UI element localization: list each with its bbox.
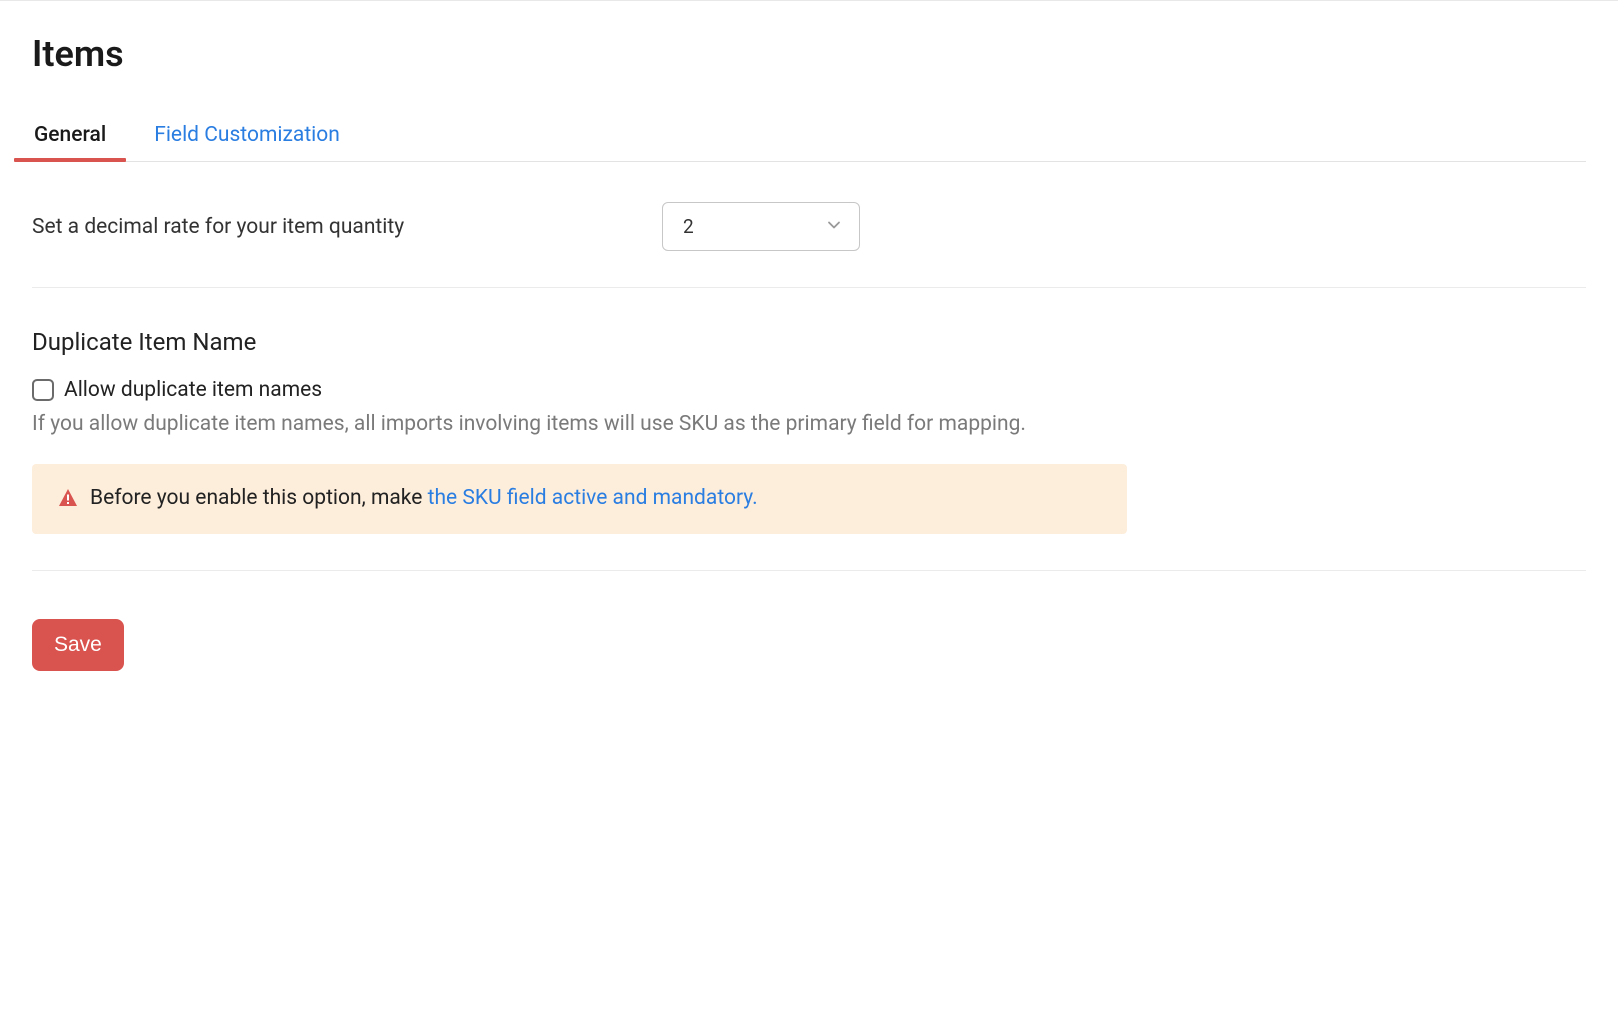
footer-actions: Save: [32, 571, 1586, 711]
warning-icon: [58, 488, 78, 512]
decimal-rate-label: Set a decimal rate for your item quantit…: [32, 215, 662, 239]
tabs: General Field Customization: [32, 123, 1586, 162]
allow-duplicate-label[interactable]: Allow duplicate item names: [64, 378, 322, 402]
duplicate-help-text: If you allow duplicate item names, all i…: [32, 412, 1586, 436]
allow-duplicate-checkbox[interactable]: [32, 379, 54, 401]
alert-link-sku-field[interactable]: the SKU field active and mandatory.: [428, 486, 758, 510]
tab-field-customization[interactable]: Field Customization: [154, 123, 340, 161]
tab-general[interactable]: General: [34, 123, 106, 161]
save-button[interactable]: Save: [32, 619, 124, 671]
decimal-rate-select[interactable]: 2: [662, 202, 860, 251]
section-decimal-rate: Set a decimal rate for your item quantit…: [32, 162, 1586, 288]
alert-box: Before you enable this option, make the …: [32, 464, 1127, 534]
alert-text: Before you enable this option, make the …: [90, 486, 758, 510]
duplicate-section-title: Duplicate Item Name: [32, 328, 1586, 356]
page-title: Items: [32, 33, 1586, 75]
section-duplicate-item-name: Duplicate Item Name Allow duplicate item…: [32, 288, 1586, 571]
alert-prefix: Before you enable this option, make: [90, 486, 428, 510]
